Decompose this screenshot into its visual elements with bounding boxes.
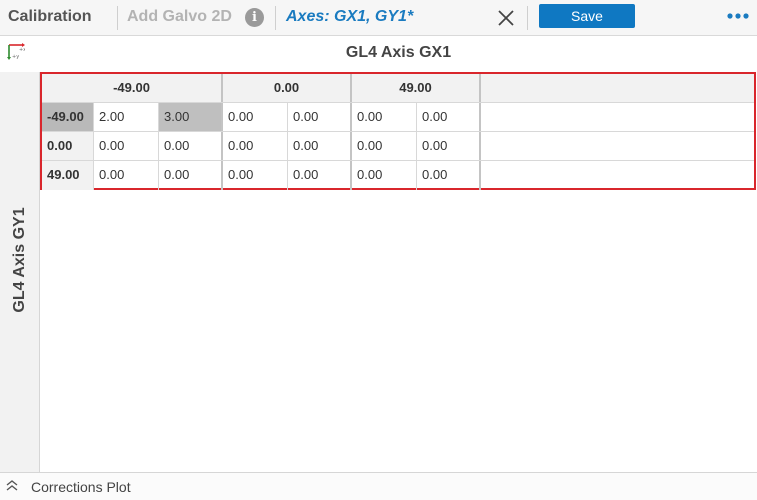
grid-cell[interactable]: 0.00: [223, 103, 288, 131]
more-options-icon[interactable]: [726, 8, 750, 24]
row-header: -49.00: [42, 103, 94, 131]
corrections-plot-label: Corrections Plot: [31, 479, 131, 495]
info-icon[interactable]: i: [245, 8, 264, 27]
corrections-plot-bar[interactable]: Corrections Plot: [0, 472, 757, 500]
grid-cell[interactable]: 0.00: [352, 103, 417, 131]
column-header: 49.00: [352, 74, 481, 102]
grid-cell[interactable]: 0.00: [159, 161, 223, 190]
column-header: 0.00: [223, 74, 352, 102]
x-axis-title: GL4 Axis GX1: [345, 44, 452, 61]
row-header: 0.00: [42, 132, 94, 160]
row-header: 49.00: [42, 161, 94, 190]
divider: [275, 6, 276, 30]
divider: [527, 6, 528, 30]
grid-cell[interactable]: 0.00: [223, 132, 288, 160]
calibration-title: Calibration: [8, 8, 92, 25]
grid-cell[interactable]: 0.00: [288, 161, 352, 190]
grid-cell[interactable]: 0.00: [94, 161, 159, 190]
grid-cell[interactable]: 0.00: [417, 161, 481, 190]
grid-cell[interactable]: 0.00: [417, 132, 481, 160]
table-row: -49.00 2.00 3.00 0.00 0.00 0.00 0.00: [42, 103, 754, 132]
grid-cell[interactable]: 0.00: [352, 161, 417, 190]
column-header: -49.00: [42, 74, 223, 102]
add-galvo-2d-label: Add Galvo 2D: [127, 8, 232, 25]
grid-cell[interactable]: 0.00: [159, 132, 223, 160]
top-bar: Calibration Add Galvo 2D i Axes: GX1, GY…: [0, 0, 757, 36]
grid-cell[interactable]: 0.00: [94, 132, 159, 160]
svg-text:+y: +y: [12, 54, 19, 60]
grid-header-row: -49.00 0.00 49.00: [42, 74, 754, 103]
table-row: 0.00 0.00 0.00 0.00 0.00 0.00 0.00: [42, 132, 754, 161]
grid-cell[interactable]: 0.00: [417, 103, 481, 131]
grid-cell[interactable]: 0.00: [288, 103, 352, 131]
grid-cell[interactable]: 2.00: [94, 103, 159, 131]
table-row: 49.00 0.00 0.00 0.00 0.00 0.00 0.00: [42, 161, 754, 190]
divider: [117, 6, 118, 30]
close-icon[interactable]: [494, 6, 518, 30]
grid-cell[interactable]: 0.00: [288, 132, 352, 160]
save-button[interactable]: Save: [539, 4, 635, 28]
y-axis-title: GL4 Axis GY1: [11, 207, 28, 313]
grid-cell[interactable]: 0.00: [352, 132, 417, 160]
expand-icon[interactable]: [5, 479, 19, 493]
axis-orientation-icon: +x +y: [7, 42, 26, 60]
calibration-grid: -49.00 0.00 49.00 -49.00 2.00 3.00 0.00 …: [40, 72, 756, 190]
grid-cell[interactable]: 0.00: [223, 161, 288, 190]
grid-cell-selected[interactable]: 3.00: [159, 103, 223, 131]
svg-text:+x: +x: [19, 47, 25, 53]
axes-selector[interactable]: Axes: GX1, GY1*: [286, 8, 413, 26]
